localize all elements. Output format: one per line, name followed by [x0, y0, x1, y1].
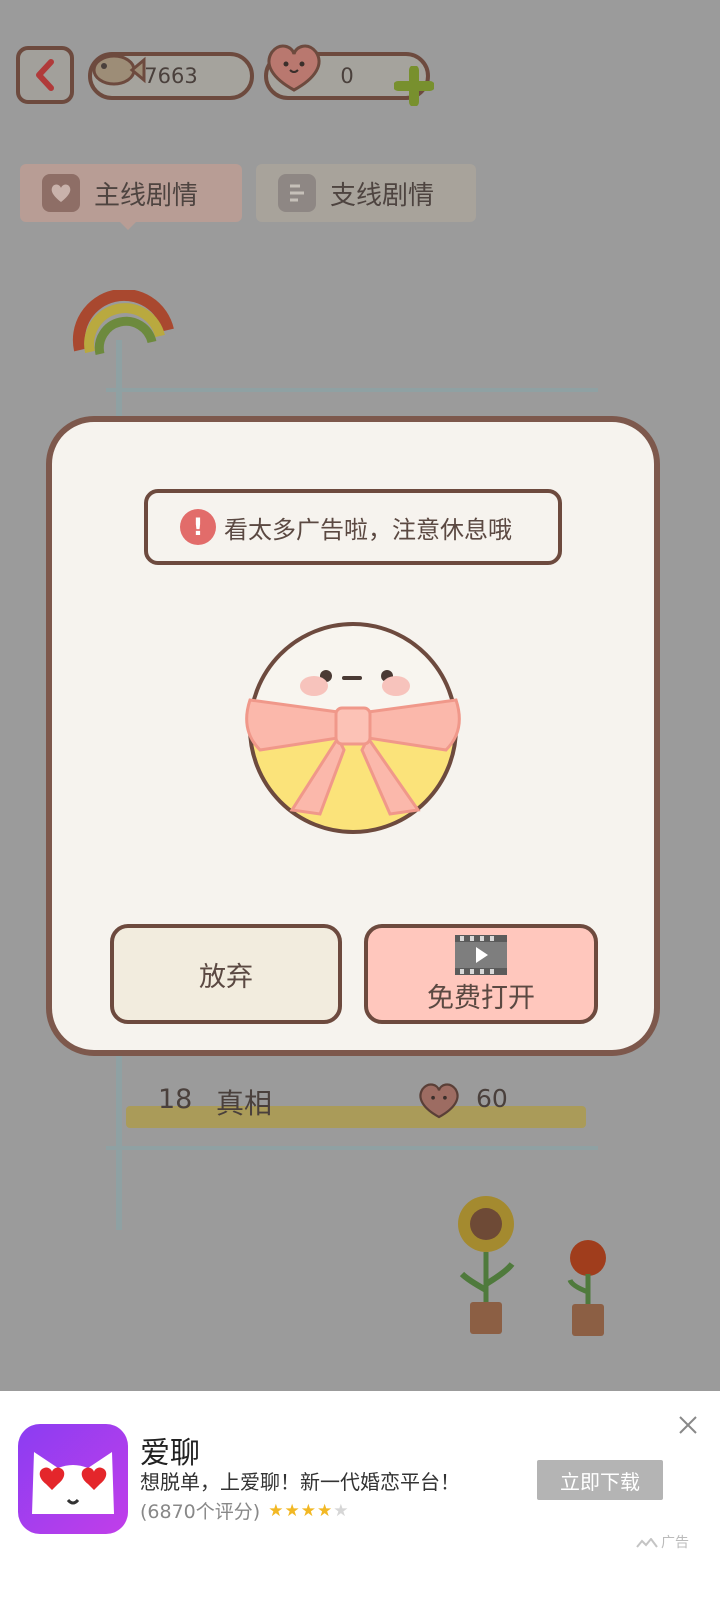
star-icon: ★	[284, 1500, 301, 1521]
open-free-label: 免费打开	[427, 982, 535, 1014]
rating-stars: ★★★★★	[268, 1501, 349, 1521]
ad-tag-text: 广告	[661, 1535, 689, 1551]
book-icon	[278, 174, 316, 212]
video-play-icon	[455, 934, 507, 975]
star-icon: ★	[300, 1500, 317, 1521]
star-icon: ★	[316, 1500, 334, 1521]
fish-count: 7663	[144, 64, 198, 88]
give-up-label: 放弃	[199, 961, 253, 993]
rainbow-icon	[72, 290, 174, 356]
tab-side-story[interactable]: 支线剧情	[256, 164, 476, 222]
tab-main-story-label: 主线剧情	[94, 180, 199, 211]
ad-network-icon	[636, 1537, 658, 1548]
chapter-number: 18	[158, 1084, 193, 1115]
heart-card-icon	[42, 174, 80, 212]
cat-face-icon	[32, 1452, 114, 1514]
divider	[106, 1146, 598, 1150]
heart-face-icon	[419, 1083, 459, 1119]
row-underline	[126, 1106, 586, 1128]
close-icon[interactable]	[677, 1414, 699, 1436]
ad-description: 想脱单，上爱聊！新一代婚恋平台！	[140, 1470, 460, 1494]
back-button[interactable]	[16, 46, 74, 104]
egg-bow-icon	[245, 622, 461, 834]
warning-text: 看太多广告啦，注意休息哦	[224, 515, 512, 544]
rating-count: (6870个评分)	[140, 1501, 261, 1523]
sunflower-icon	[458, 1196, 515, 1334]
tab-side-story-label: 支线剧情	[330, 180, 435, 211]
heart-count: 0	[340, 64, 354, 88]
star-icon: ★	[268, 1500, 285, 1521]
app-logo[interactable]	[18, 1424, 128, 1534]
alert-icon: !	[180, 509, 216, 545]
chapter-title: 真相	[216, 1087, 273, 1120]
ad-rating: (6870个评分) ★★★★★	[140, 1497, 349, 1524]
star-icon: ★	[333, 1500, 350, 1521]
plus-icon[interactable]	[394, 66, 434, 106]
heart-face-icon	[267, 44, 321, 92]
ad-label: 广告	[636, 1532, 689, 1552]
tab-main-story[interactable]: 主线剧情	[20, 164, 242, 230]
warning-banner: ! 看太多广告啦，注意休息哦	[144, 489, 562, 565]
fish-counter: 7663	[88, 52, 254, 100]
tab-pointer	[116, 218, 140, 230]
list-item[interactable]: 18 真相 60	[126, 1078, 586, 1128]
download-button[interactable]: 立即下载	[537, 1460, 663, 1500]
open-free-button[interactable]: 免费打开	[364, 924, 598, 1024]
give-up-button[interactable]: 放弃	[110, 924, 342, 1024]
divider	[106, 388, 598, 392]
chapter-cost: 60	[476, 1084, 508, 1113]
chevron-left-icon	[36, 59, 54, 91]
flower-pot-icon	[567, 1240, 606, 1336]
heart-counter: 0	[264, 44, 434, 106]
fish-icon	[92, 54, 146, 86]
